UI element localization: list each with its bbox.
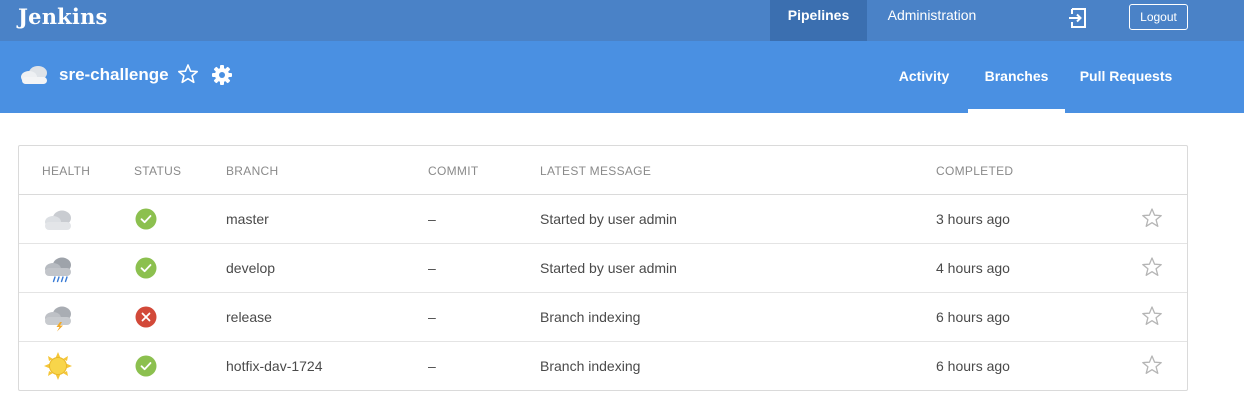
latest-message: Started by user admin	[540, 260, 677, 276]
header-health: HEALTH	[42, 164, 91, 178]
table-row[interactable]: hotfix-dav-1724 – Branch indexing 6 hour…	[19, 342, 1187, 391]
sunny-icon	[44, 352, 72, 380]
sign-out-icon[interactable]	[1068, 7, 1090, 29]
raining-icon	[45, 257, 71, 283]
pipeline-header: sre-challenge Activity Branches Pull Req…	[0, 41, 1244, 113]
cloudy-icon	[21, 66, 47, 84]
commit-id: –	[428, 358, 436, 374]
favorite-star-icon[interactable]	[1141, 207, 1163, 229]
branch-name: release	[226, 309, 272, 325]
favorite-star-icon[interactable]	[177, 63, 199, 85]
completed-time: 6 hours ago	[936, 358, 1010, 374]
favorite-star-icon[interactable]	[1141, 305, 1163, 327]
completed-time: 3 hours ago	[936, 211, 1010, 227]
top-bar: Jenkins Pipelines Administration Logout	[0, 0, 1244, 41]
commit-id: –	[428, 211, 436, 227]
branch-name: hotfix-dav-1724	[226, 358, 323, 374]
success-icon	[135, 208, 157, 230]
header-commit: COMMIT	[428, 164, 479, 178]
completed-time: 4 hours ago	[936, 260, 1010, 276]
tab-branches[interactable]: Branches	[968, 41, 1065, 113]
branches-table: HEALTH STATUS BRANCH COMMIT LATEST MESSA…	[18, 145, 1188, 391]
completed-time: 6 hours ago	[936, 309, 1010, 325]
storm-icon	[45, 306, 71, 332]
branch-name: develop	[226, 260, 276, 276]
commit-id: –	[428, 309, 436, 325]
table-row[interactable]: release – Branch indexing 6 hours ago	[19, 293, 1187, 342]
logout-button[interactable]: Logout	[1129, 4, 1188, 30]
success-icon	[135, 257, 157, 279]
table-row[interactable]: master – Started by user admin 3 hours a…	[19, 195, 1187, 244]
success-icon	[135, 355, 157, 377]
pipeline-name[interactable]: sre-challenge	[59, 65, 169, 85]
latest-message: Branch indexing	[540, 309, 641, 325]
latest-message: Started by user admin	[540, 211, 677, 227]
header-completed: COMPLETED	[936, 164, 1014, 178]
table-header: HEALTH STATUS BRANCH COMMIT LATEST MESSA…	[19, 146, 1187, 195]
header-branch: BRANCH	[226, 164, 279, 178]
table-row[interactable]: develop – Started by user admin 4 hours …	[19, 244, 1187, 293]
header-status: STATUS	[134, 164, 182, 178]
nav-pipelines[interactable]: Pipelines	[770, 0, 867, 41]
tab-activity[interactable]: Activity	[880, 41, 968, 113]
gear-icon[interactable]	[211, 64, 233, 86]
branch-name: master	[226, 211, 269, 227]
latest-message: Branch indexing	[540, 358, 641, 374]
jenkins-logo[interactable]: Jenkins	[18, 4, 108, 29]
failure-icon	[135, 306, 157, 328]
favorite-star-icon[interactable]	[1141, 354, 1163, 376]
nav-administration[interactable]: Administration	[867, 0, 997, 41]
commit-id: –	[428, 260, 436, 276]
tab-pull-requests[interactable]: Pull Requests	[1065, 41, 1187, 113]
favorite-star-icon[interactable]	[1141, 256, 1163, 278]
cloudy-icon	[45, 210, 71, 230]
header-latest-message: LATEST MESSAGE	[540, 164, 652, 178]
